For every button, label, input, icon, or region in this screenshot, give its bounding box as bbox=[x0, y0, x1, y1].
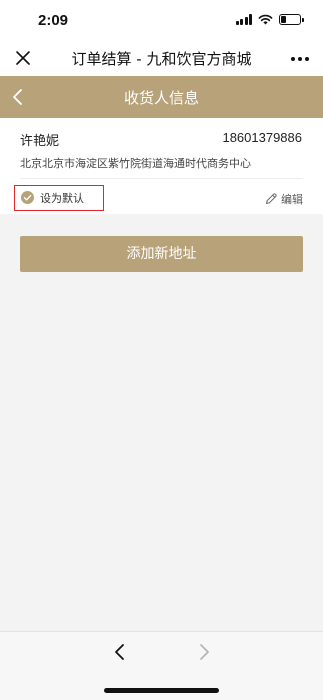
wifi-icon bbox=[258, 14, 273, 25]
home-indicator bbox=[104, 688, 219, 693]
title-bar: 订单结算 - 九和饮官方商城 bbox=[0, 40, 323, 76]
divider bbox=[20, 178, 303, 179]
chevron-right-icon[interactable] bbox=[195, 642, 213, 662]
status-bar: 2:09 bbox=[0, 0, 323, 40]
battery-icon bbox=[279, 14, 304, 25]
edit-button[interactable]: 编辑 bbox=[264, 191, 303, 207]
chevron-left-icon[interactable] bbox=[111, 642, 129, 662]
add-address-button[interactable]: 添加新地址 bbox=[20, 236, 303, 272]
check-circle-icon bbox=[21, 191, 34, 204]
bottom-nav bbox=[0, 631, 323, 700]
address-detail: 北京北京市海淀区紫竹院街道海通时代商务中心 bbox=[20, 157, 251, 170]
signal-icon bbox=[235, 14, 252, 25]
window-title: 订单结算 - 九和饮官方商城 bbox=[71, 50, 252, 68]
pencil-icon bbox=[266, 193, 277, 204]
status-time: 2:09 bbox=[38, 12, 69, 29]
page-title: 收货人信息 bbox=[123, 89, 199, 107]
set-default-label: 设为默认 bbox=[40, 192, 84, 205]
recipient-phone: 18601379886 bbox=[222, 130, 302, 145]
edit-label: 编辑 bbox=[281, 193, 303, 206]
status-icons bbox=[235, 14, 304, 25]
more-icon[interactable] bbox=[291, 50, 309, 68]
address-card[interactable]: 许艳妮 18601379886 北京北京市海淀区紫竹院街道海通时代商务中心 设为… bbox=[0, 118, 323, 214]
page-header: 收货人信息 bbox=[0, 76, 323, 118]
recipient-name: 许艳妮 bbox=[20, 134, 60, 149]
set-default-toggle[interactable]: 设为默认 bbox=[14, 185, 104, 211]
